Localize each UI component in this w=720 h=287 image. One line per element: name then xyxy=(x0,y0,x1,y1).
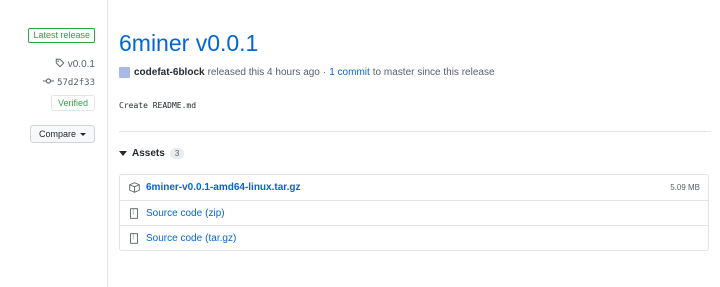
asset-row[interactable]: 6miner-v0.0.1-amd64-linux.tar.gz 5.09 MB xyxy=(120,175,708,200)
asset-row[interactable]: Source code (tar.gz) xyxy=(120,225,708,250)
asset-row[interactable]: Source code (zip) xyxy=(120,200,708,225)
asset-name[interactable]: 6miner-v0.0.1-amd64-linux.tar.gz xyxy=(146,182,301,193)
tag-link[interactable]: v0.0.1 xyxy=(55,58,95,71)
release-sidebar: Latest release v0.0.1 57d2f33 Verified C… xyxy=(0,0,108,287)
latest-release-badge: Latest release xyxy=(28,28,95,43)
asset-format[interactable]: (zip) xyxy=(205,208,224,219)
verified-badge[interactable]: Verified xyxy=(50,95,95,111)
package-icon xyxy=(128,182,140,194)
tag-name: v0.0.1 xyxy=(67,59,95,70)
asset-name[interactable]: Source code xyxy=(146,233,202,244)
avatar[interactable] xyxy=(119,67,130,78)
caret-down-icon xyxy=(80,132,86,136)
compare-label: Compare xyxy=(38,129,76,139)
assets-toggle[interactable]: Assets 3 xyxy=(119,148,185,159)
assets-list: 6miner-v0.0.1-amd64-linux.tar.gz 5.09 MB… xyxy=(119,174,709,251)
author-link[interactable]: codefat-6block xyxy=(134,67,205,78)
asset-format[interactable]: (tar.gz) xyxy=(205,233,236,244)
meta-separator: · xyxy=(322,67,327,78)
file-zip-icon xyxy=(128,232,140,244)
commits-link[interactable]: 1 commit xyxy=(329,67,370,78)
triangle-down-icon xyxy=(119,151,127,156)
assets-heading: Assets xyxy=(132,148,165,159)
commit-link[interactable]: 57d2f33 xyxy=(43,77,95,88)
release-title[interactable]: 6miner v0.0.1 xyxy=(119,30,258,57)
released-text: released this 4 hours ago xyxy=(207,67,320,78)
assets-count: 3 xyxy=(169,148,185,159)
compare-button[interactable]: Compare xyxy=(29,125,95,143)
commit-icon xyxy=(43,77,55,88)
commit-sha: 57d2f33 xyxy=(57,77,95,88)
commits-suffix: to master since this release xyxy=(372,67,495,78)
divider xyxy=(119,131,711,132)
asset-name[interactable]: Source code xyxy=(146,208,202,219)
tag-icon xyxy=(55,58,65,71)
release-body: Create README.md xyxy=(119,101,197,110)
file-zip-icon xyxy=(128,207,140,219)
asset-size: 5.09 MB xyxy=(670,183,700,192)
release-meta: codefat-6block released this 4 hours ago… xyxy=(119,67,495,78)
